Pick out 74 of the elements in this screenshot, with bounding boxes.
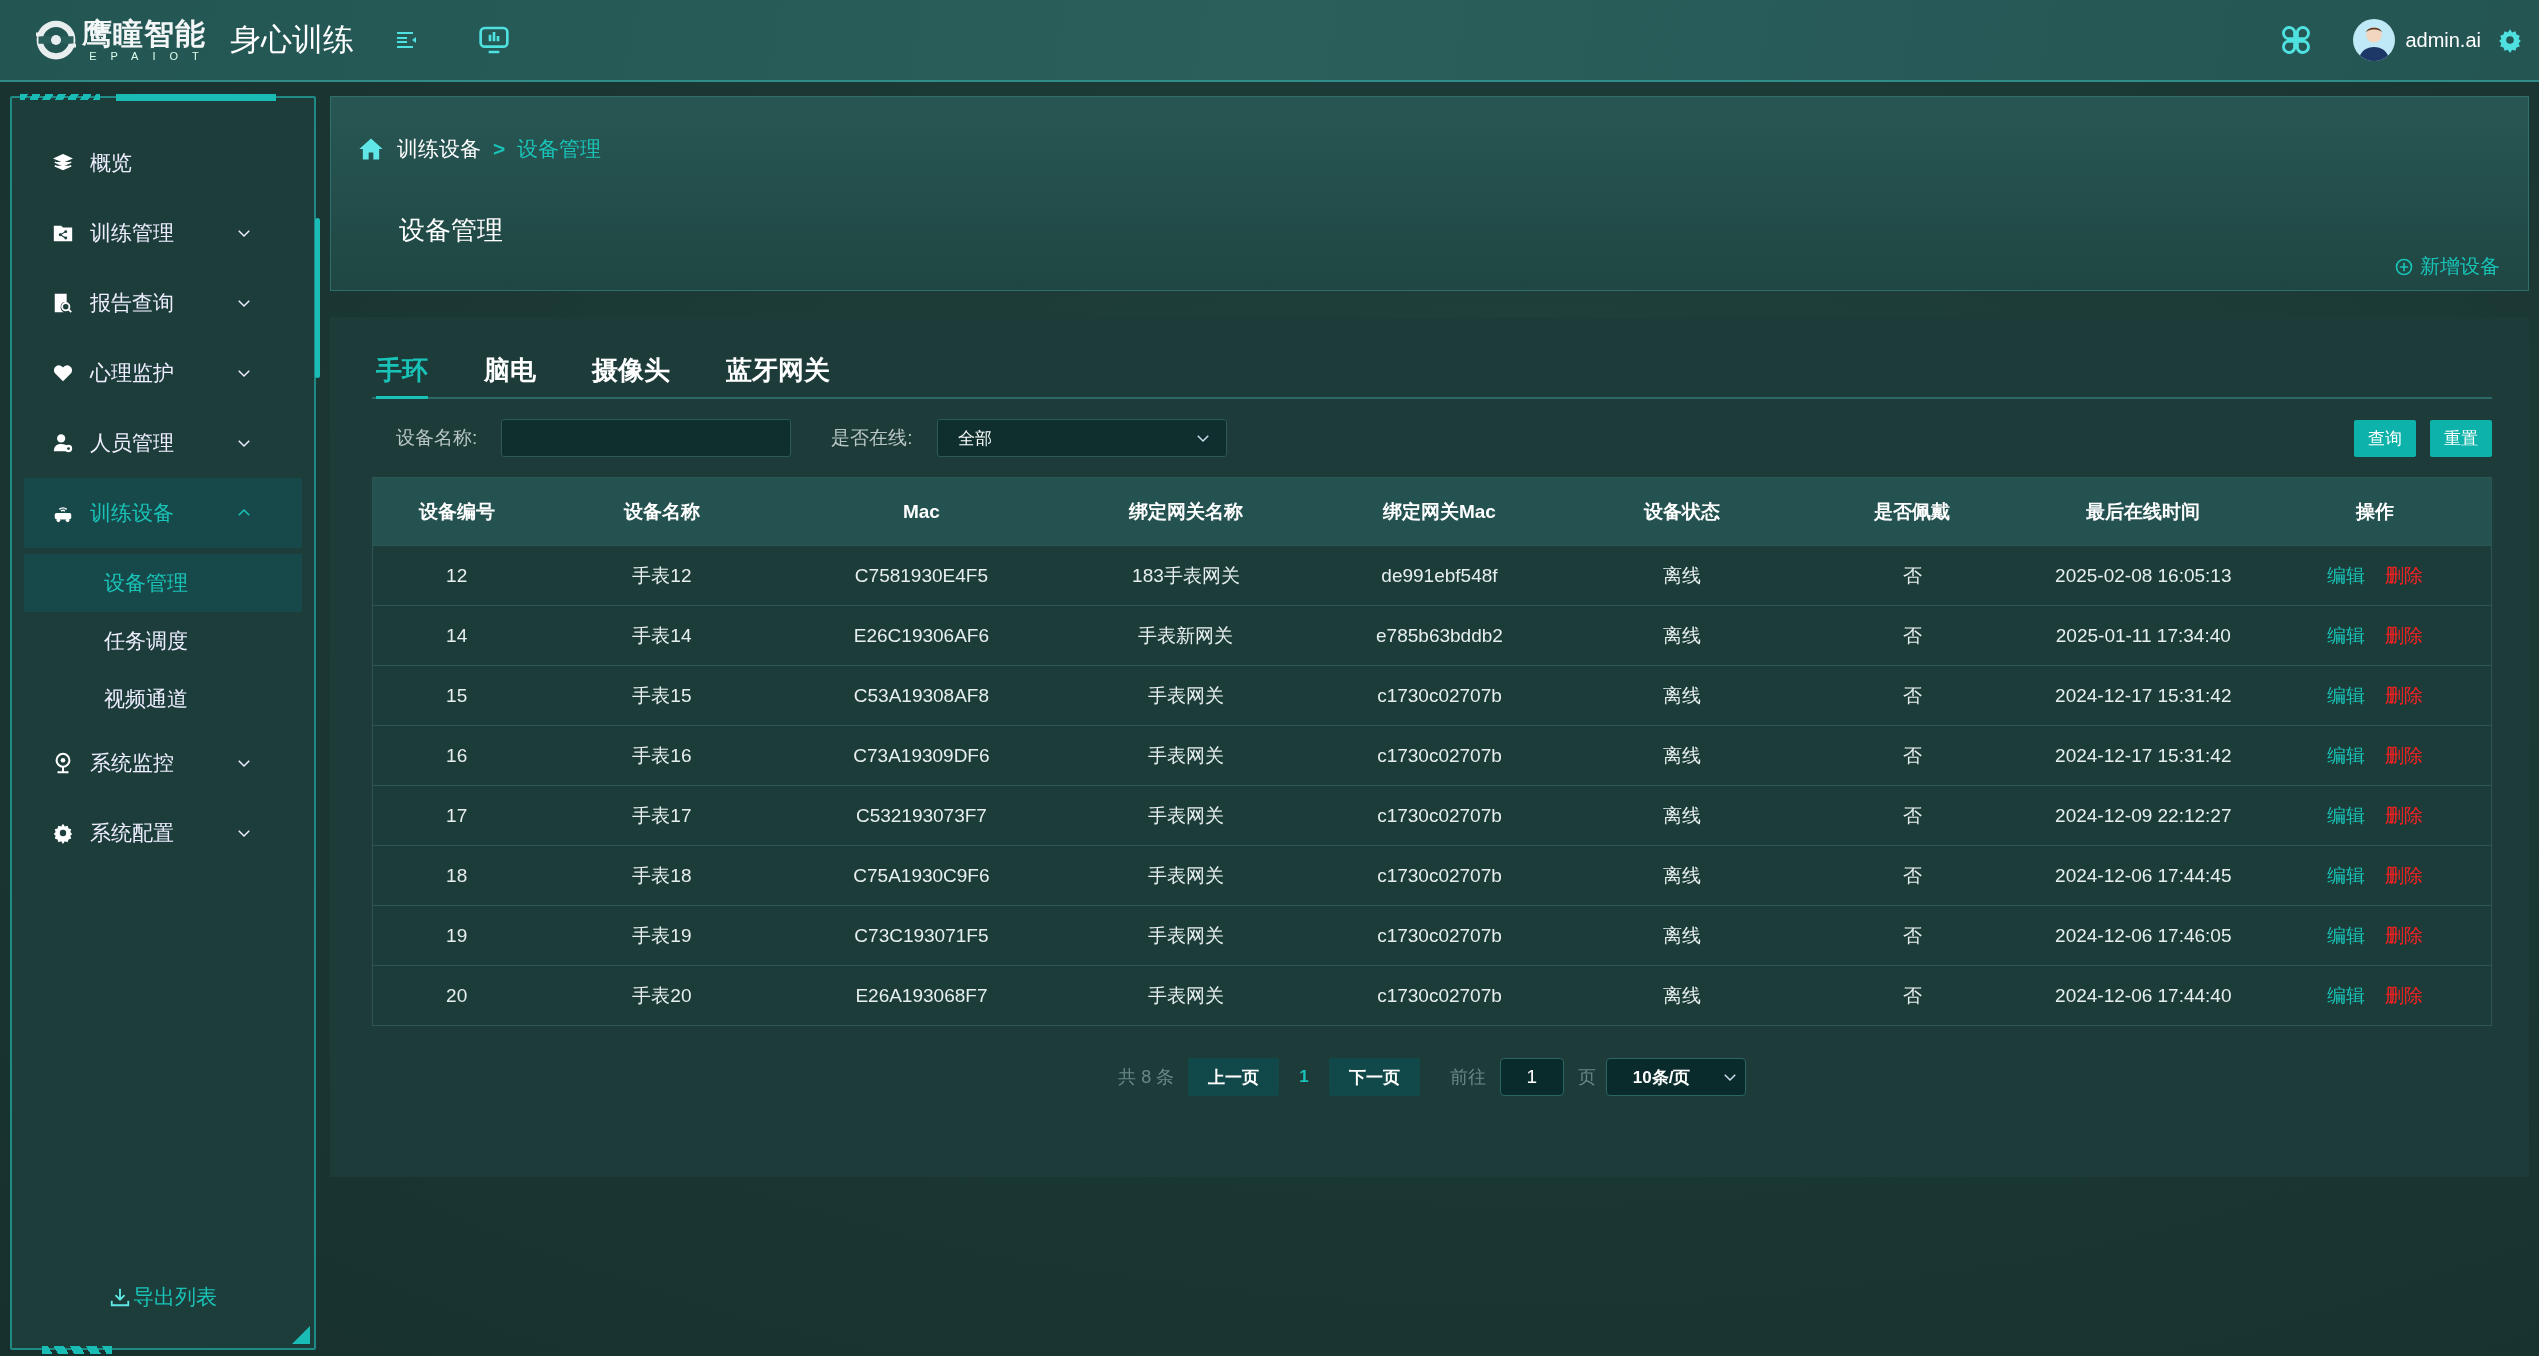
page-title: 设备管理 xyxy=(399,214,503,247)
page-unit: 页 xyxy=(1577,1066,1596,1089)
tab[interactable]: 摄像头 xyxy=(592,353,670,399)
sidebar-item[interactable]: 报告查询 xyxy=(24,268,302,338)
avatar[interactable] xyxy=(2353,19,2396,61)
filter-label: 设备名称: xyxy=(396,426,478,450)
sidebar-subitem[interactable]: 任务调度 xyxy=(24,612,302,670)
column-header: 是否佩戴 xyxy=(1796,478,2028,546)
edit-link[interactable]: 编辑 xyxy=(2326,802,2365,829)
frame-stripes xyxy=(42,1346,112,1354)
edit-link[interactable]: 编辑 xyxy=(2326,922,2365,949)
brand-subtitle: EPAIOT xyxy=(89,50,213,62)
export-list-button[interactable]: 导出列表 xyxy=(103,1282,223,1312)
sidebar-subitem[interactable]: 设备管理 xyxy=(24,554,302,612)
page-size-dropdown[interactable]: 10条/页 xyxy=(1605,1058,1746,1096)
tab[interactable]: 蓝牙网关 xyxy=(726,353,830,399)
breadcrumb-item: 设备管理 xyxy=(517,136,602,162)
sidebar-item[interactable]: 训练管理 xyxy=(24,198,302,268)
download-icon xyxy=(109,1286,131,1308)
sidebar-item[interactable]: 概览 xyxy=(24,128,302,198)
sidebar-item[interactable]: 人员管理 xyxy=(24,408,302,478)
tab[interactable]: 脑电 xyxy=(484,353,536,399)
settings-icon[interactable] xyxy=(2497,27,2523,53)
column-header: 操作 xyxy=(2258,478,2491,546)
previous-page-button[interactable]: 上一页 xyxy=(1188,1058,1280,1096)
report-search-icon xyxy=(52,292,74,314)
edit-link[interactable]: 编辑 xyxy=(2326,682,2365,709)
delete-link[interactable]: 删除 xyxy=(2384,982,2423,1009)
delete-link[interactable]: 删除 xyxy=(2384,562,2423,589)
heart-icon xyxy=(52,362,74,384)
gear-icon xyxy=(52,822,74,844)
sidebar-item[interactable]: 心理监护 xyxy=(24,338,302,408)
delete-link[interactable]: 删除 xyxy=(2384,922,2423,949)
edit-link[interactable]: 编辑 xyxy=(2326,742,2365,769)
app-title: 身心训练 xyxy=(230,21,354,59)
sidebar-subitem[interactable]: 视频通道 xyxy=(24,670,302,728)
edit-link[interactable]: 编辑 xyxy=(2326,562,2365,589)
input-field[interactable] xyxy=(501,419,792,457)
edit-link[interactable]: 编辑 xyxy=(2326,622,2365,649)
monitor-chart-icon[interactable] xyxy=(478,24,510,56)
sidebar-item[interactable]: 系统配置 xyxy=(24,798,302,868)
delete-link[interactable]: 删除 xyxy=(2384,742,2423,769)
corner-triangle xyxy=(292,1326,310,1344)
edit-link[interactable]: 编辑 xyxy=(2326,982,2365,1009)
tab[interactable]: 手环 xyxy=(376,353,428,399)
add-device-button[interactable]: 新增设备 xyxy=(2388,252,2506,281)
column-header: 设备名称 xyxy=(540,478,784,546)
sidebar-item[interactable]: 系统监控 xyxy=(24,728,302,798)
sidebar-item[interactable]: 训练设备 xyxy=(24,478,302,548)
total-count: 共 8 条 xyxy=(1118,1066,1175,1089)
next-page-button[interactable]: 下一页 xyxy=(1328,1058,1420,1096)
logo-icon xyxy=(36,20,76,60)
edit-link[interactable]: 编辑 xyxy=(2326,862,2365,889)
delete-link[interactable]: 删除 xyxy=(2384,622,2423,649)
filter-label: 是否在线: xyxy=(831,426,913,450)
column-header: 设备编号 xyxy=(373,478,541,546)
column-header: 设备状态 xyxy=(1566,478,1797,546)
online-dropdown[interactable]: 全部 xyxy=(936,419,1227,457)
column-header: 绑定网关Mac xyxy=(1312,478,1567,546)
column-header: 绑定网关名称 xyxy=(1059,478,1313,546)
delete-link[interactable]: 删除 xyxy=(2384,862,2423,889)
brand-name: 鹰瞳智能 xyxy=(82,18,206,49)
column-header: 最后在线时间 xyxy=(2027,478,2259,546)
username[interactable]: admin.ai xyxy=(2405,28,2481,52)
delete-link[interactable]: 删除 xyxy=(2384,802,2423,829)
plus-circle-icon xyxy=(2394,256,2414,277)
current-page[interactable]: 1 xyxy=(1299,1067,1309,1087)
page-input[interactable]: 1 xyxy=(1499,1058,1564,1096)
column-header: Mac xyxy=(783,478,1060,546)
goto-label: 前往 xyxy=(1449,1066,1486,1089)
user-gear-icon xyxy=(52,432,74,454)
delete-link[interactable]: 删除 xyxy=(2384,682,2423,709)
breadcrumb-item[interactable]: 训练设备 xyxy=(397,135,481,163)
breadcrumb-separator: > xyxy=(493,137,506,161)
